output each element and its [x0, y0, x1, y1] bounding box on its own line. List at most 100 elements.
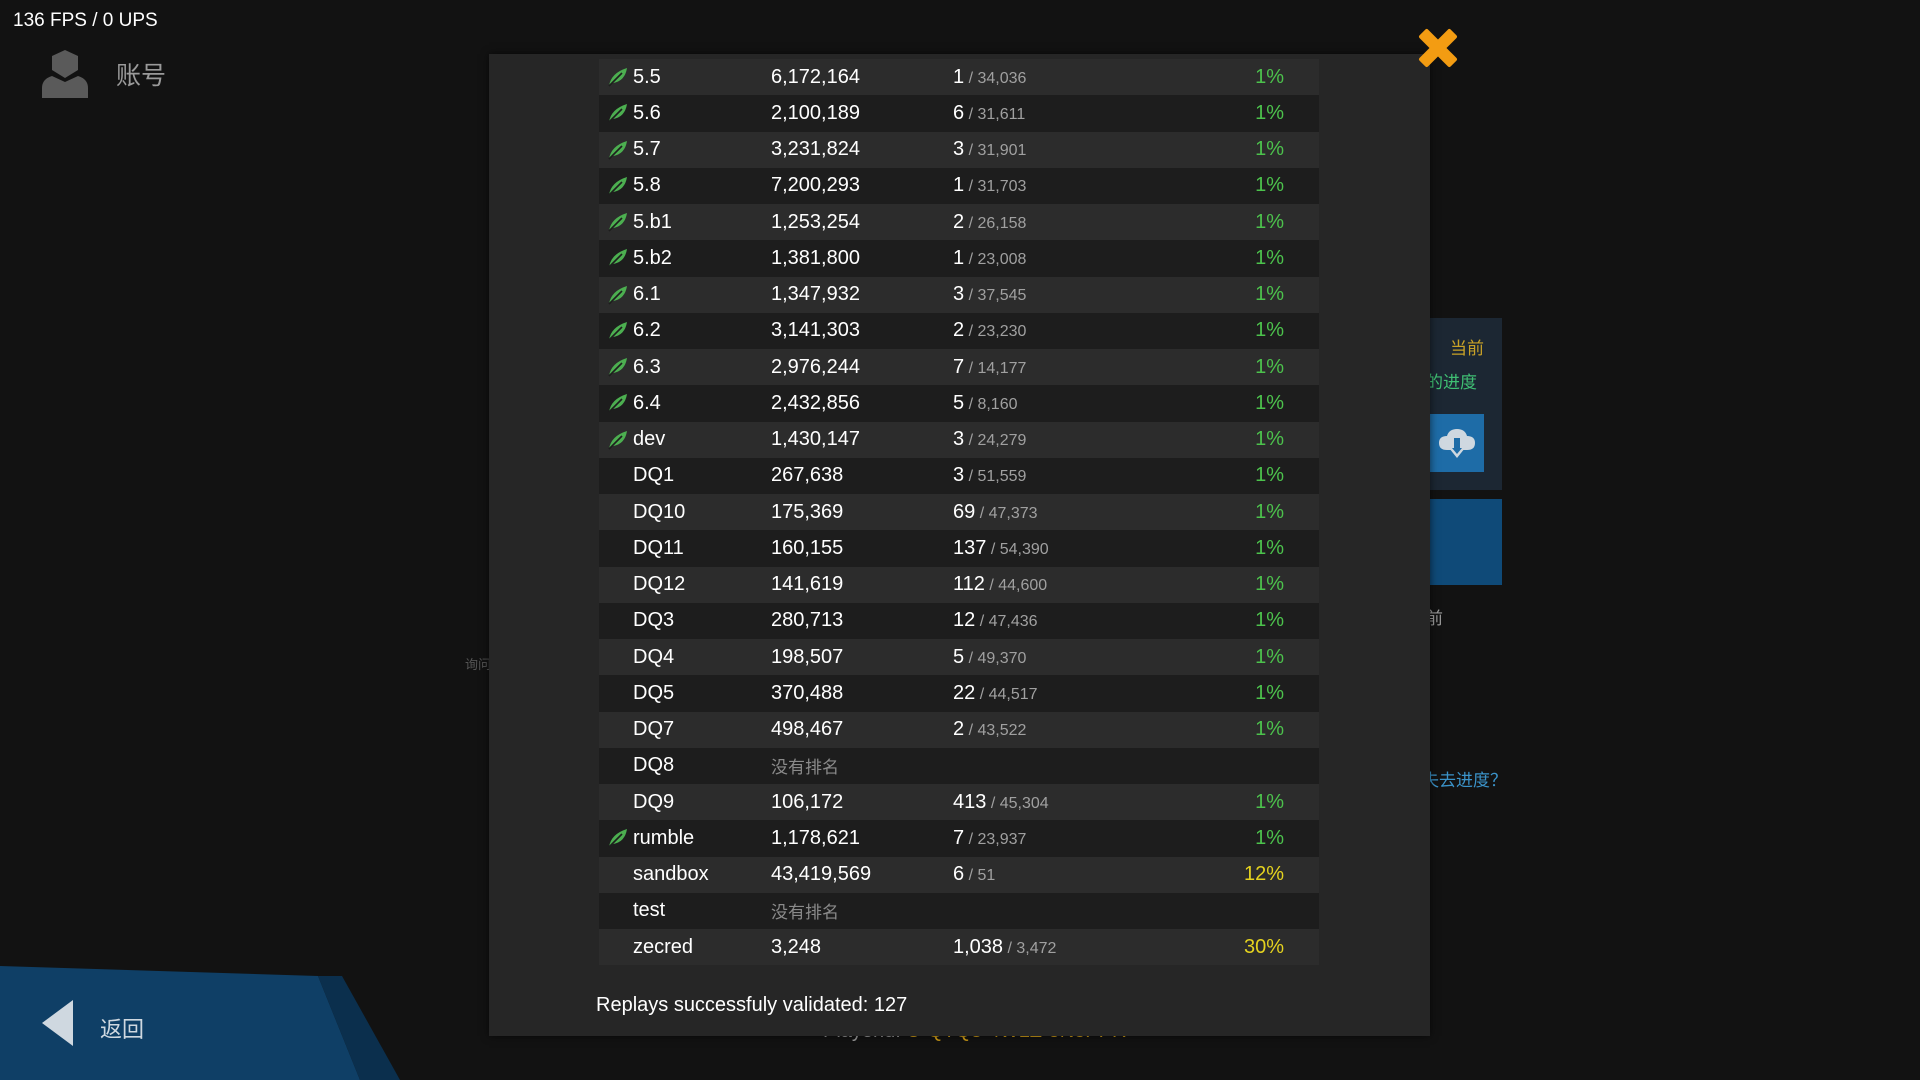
row-rank-value: 7: [953, 355, 965, 378]
row-rank: 3 / 37,545: [953, 283, 1026, 306]
row-rank-value: 6: [953, 863, 965, 886]
row-percentile: 1%: [1255, 319, 1284, 342]
row-score: 2,100,189: [771, 101, 860, 124]
row-percentile: 12%: [1243, 863, 1284, 886]
row-percentile: 1%: [1255, 428, 1284, 451]
row-name: 5.b1: [633, 210, 672, 233]
row-rank-value: 2: [953, 210, 965, 233]
row-rank-total: / 24,279: [964, 432, 1027, 450]
row-rank: 2 / 23,230: [953, 319, 1026, 342]
row-rank-value: 3: [953, 464, 965, 487]
leaf-icon: [608, 394, 627, 413]
row-rank-value: 3: [953, 138, 965, 161]
row-rank-value: 69: [953, 500, 976, 523]
row-name: DQ3: [633, 609, 675, 632]
table-row: 5.b2 1,381,800 1 / 23,008 1%: [599, 240, 1319, 277]
row-percentile: 1%: [1255, 391, 1284, 414]
row-percentile: 1%: [1255, 609, 1284, 632]
row-rank: 413 / 45,304: [953, 791, 1049, 814]
leaf-icon: [608, 176, 627, 196]
leaf-icon: [608, 213, 627, 232]
row-name: rumble: [633, 826, 695, 849]
row-name: zecred: [633, 935, 694, 958]
leaf-icon: [608, 104, 627, 123]
close-icon[interactable]: [1414, 24, 1462, 72]
table-row: DQ8 没有排名: [599, 747, 1319, 784]
row-rank-value: 137: [953, 536, 987, 559]
row-rank: 3 / 24,279: [953, 428, 1026, 451]
leaf-icon: [608, 829, 627, 848]
row-percentile: 1%: [1255, 826, 1284, 849]
row-rank: 5 / 8,160: [953, 392, 1018, 415]
row-score: 6,172,164: [771, 65, 860, 88]
row-rank-value: 7: [953, 826, 965, 849]
table-row: DQ12 141,619 112 / 44,600 1%: [599, 566, 1319, 603]
table-row: 5.5 6,172,164 1 / 34,036 1%: [599, 59, 1319, 96]
row-name: 5.6: [633, 101, 661, 124]
row-name: dev: [633, 428, 666, 451]
cloud-download-button[interactable]: [1430, 414, 1484, 472]
back-panel[interactable]: [0, 962, 400, 1080]
row-rank-value: 22: [953, 681, 976, 704]
row-score: 267,638: [771, 464, 844, 487]
row-percentile: 1%: [1255, 536, 1284, 559]
row-rank: 7 / 14,177: [953, 356, 1026, 379]
row-name: 6.1: [633, 283, 661, 306]
replays-validated-label: Replays successfuly validated: 127: [596, 994, 908, 1016]
row-rank-total: / 31,703: [964, 178, 1027, 196]
table-row: 6.4 2,432,856 5 / 8,160 1%: [599, 385, 1319, 422]
row-name: 5.5: [633, 65, 661, 88]
background-progress-label: 的进度: [1426, 373, 1477, 392]
row-rank-value: 3: [953, 283, 965, 306]
table-row: DQ5 370,488 22 / 44,517 1%: [599, 675, 1319, 712]
row-name: DQ4: [633, 645, 675, 668]
row-name: DQ7: [633, 718, 675, 741]
row-rank: 6 / 31,611: [953, 102, 1025, 125]
row-rank-total: / 23,937: [964, 830, 1027, 848]
leaf-icon: [608, 285, 627, 305]
row-name: DQ8: [633, 754, 675, 777]
row-no-rank: 没有排名: [771, 903, 839, 923]
row-name: DQ5: [633, 681, 675, 704]
row-rank-value: 3: [953, 428, 965, 451]
row-percentile: 1%: [1255, 101, 1284, 124]
row-rank-total: / 49,370: [964, 649, 1027, 667]
row-percentile: 1%: [1255, 500, 1284, 523]
row-rank-value: 6: [953, 101, 965, 124]
row-rank-value: 5: [953, 645, 965, 668]
row-score: 198,507: [771, 645, 844, 668]
row-rank: 12 / 47,436: [953, 609, 1038, 632]
row-rank-value: 1: [953, 65, 965, 88]
lost-progress-link[interactable]: 失去进度？: [1422, 766, 1507, 791]
row-rank: 112 / 44,600: [953, 573, 1047, 596]
row-rank: 2 / 26,158: [953, 211, 1026, 234]
table-row: sandbox 43,419,569 6 / 51 12%: [599, 856, 1319, 893]
row-name: DQ9: [633, 790, 675, 813]
table-row: rumble 1,178,621 7 / 23,937 1%: [599, 820, 1319, 857]
row-percentile: 1%: [1255, 65, 1284, 88]
account-button[interactable]: 账号: [38, 48, 166, 100]
row-score: 3,231,824: [771, 138, 860, 161]
row-score: 175,369: [771, 500, 844, 523]
table-row: 6.3 2,976,244 7 / 14,177 1%: [599, 349, 1319, 386]
row-name: DQ11: [633, 536, 684, 559]
row-name: 5.8: [633, 174, 661, 197]
row-score: 1,347,932: [771, 283, 860, 306]
row-rank: 3 / 31,901: [953, 138, 1026, 161]
row-rank-total: / 47,436: [975, 613, 1038, 631]
row-percentile: 1%: [1255, 210, 1284, 233]
table-row: DQ9 106,172 413 / 45,304 1%: [599, 784, 1319, 821]
row-percentile: 1%: [1255, 355, 1284, 378]
row-rank: 22 / 44,517: [953, 682, 1038, 705]
row-rank-total: / 23,230: [964, 323, 1027, 341]
back-label[interactable]: 返回: [100, 1012, 144, 1044]
row-score: 1,253,254: [771, 210, 860, 233]
background-blue-block: [1428, 499, 1502, 585]
row-score: 3,141,303: [771, 319, 860, 342]
row-rank-value: 112: [953, 573, 985, 596]
row-score: 7,200,293: [771, 174, 860, 197]
row-name: 5.b2: [633, 246, 672, 269]
row-score: 1,430,147: [771, 428, 860, 451]
row-rank: 3 / 51,559: [953, 464, 1026, 487]
row-score: 160,155: [771, 536, 844, 559]
